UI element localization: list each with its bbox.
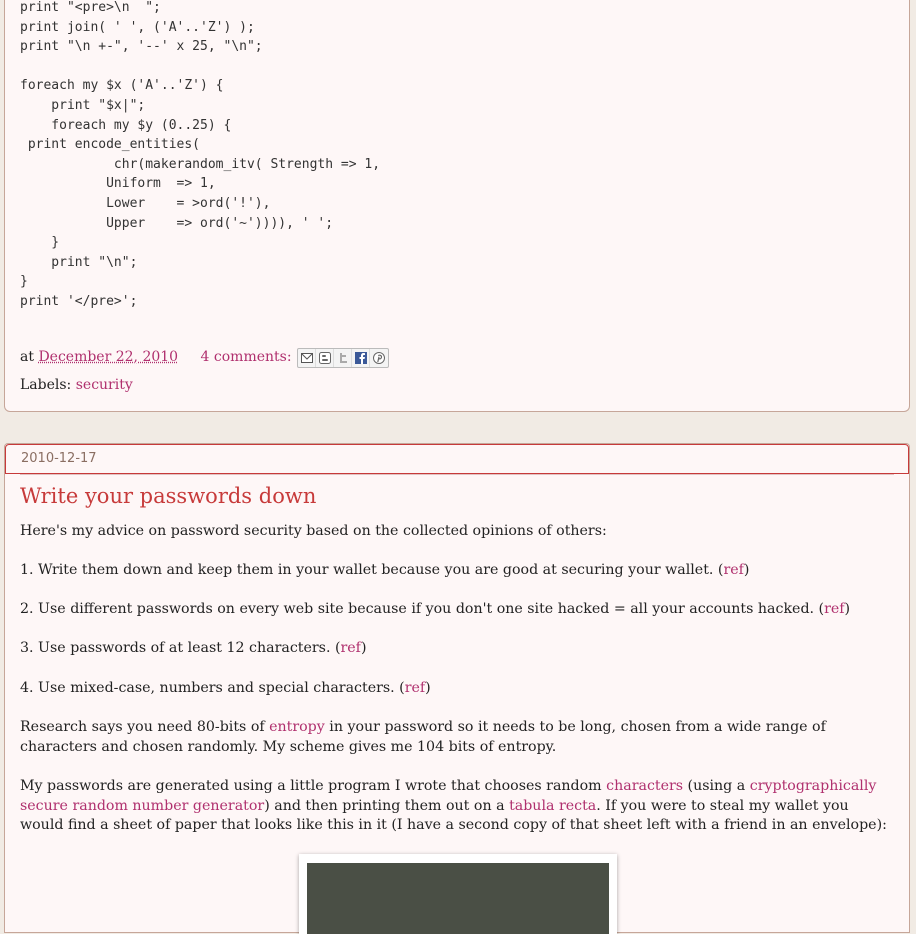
labels-prefix: Labels: [20,377,72,393]
current-post: 2010-12-17 Write your passwords down Her… [4,443,910,934]
paragraph-text: My passwords are generated using a littl… [20,778,607,794]
ref-link[interactable]: ref [341,640,361,656]
previous-post: print "<pre>\n "; print join( ' ', ('A'.… [4,0,910,412]
paragraph-text: ) and then printing them out on a [264,797,510,814]
entropy-link[interactable]: entropy [269,719,325,735]
ref-link[interactable]: ref [723,562,743,578]
list-item-end: ) [425,680,431,696]
twitter-icon[interactable] [334,349,352,367]
paragraph-text: (using a [683,778,750,794]
list-item: 2. Use different passwords on every web … [20,600,890,620]
post-date-link[interactable]: December 22, 2010 [38,349,178,365]
list-item: 3. Use passwords of at least 12 characte… [20,639,890,659]
code-block: print "<pre>\n "; print join( ' ', ('A'.… [20,0,381,309]
blogger-icon[interactable] [316,349,334,367]
post-title: Write your passwords down [20,484,317,508]
photo-image [307,863,609,934]
email-icon[interactable] [298,349,316,367]
date-header-text: 2010-12-17 [21,451,97,466]
at-label: at [20,349,34,365]
share-buttons [297,348,389,368]
ref-link[interactable]: ref [405,680,425,696]
generator-paragraph: My passwords are generated using a littl… [20,777,890,836]
list-item-end: ) [844,601,851,617]
date-header: 2010-12-17 [5,444,909,474]
pinterest-icon[interactable] [370,349,388,367]
research-text: Research says you need 80-bits of [20,719,270,735]
title-divider [20,474,894,475]
list-item: 4. Use mixed-case, numbers and special c… [20,679,890,699]
list-item-text: 3. Use passwords of at least 12 characte… [20,640,341,656]
tabula-recta-link[interactable]: tabula recta [509,798,596,814]
post-footer: at December 22, 2010 4 comments: [20,347,292,367]
wallet-sheet-photo[interactable] [299,854,617,934]
facebook-icon[interactable] [352,349,370,367]
list-item-end: ) [360,640,367,656]
list-item-text: 1. Write them down and keep them in your… [20,562,724,578]
label-security-link[interactable]: security [76,377,133,393]
comments-link[interactable]: 4 comments: [201,349,292,365]
ref-link[interactable]: ref [824,601,844,617]
list-item-end: ) [743,562,750,578]
list-item: 1. Write them down and keep them in your… [20,561,890,581]
post-labels: Labels: security [20,375,133,395]
characters-link[interactable]: characters [606,778,683,794]
list-item-text: 4. Use mixed-case, numbers and special c… [20,680,405,696]
research-paragraph: Research says you need 80-bits of entrop… [20,718,890,757]
list-item-text: 2. Use different passwords on every web … [20,601,825,617]
intro-paragraph: Here's my advice on password security ba… [20,523,607,539]
